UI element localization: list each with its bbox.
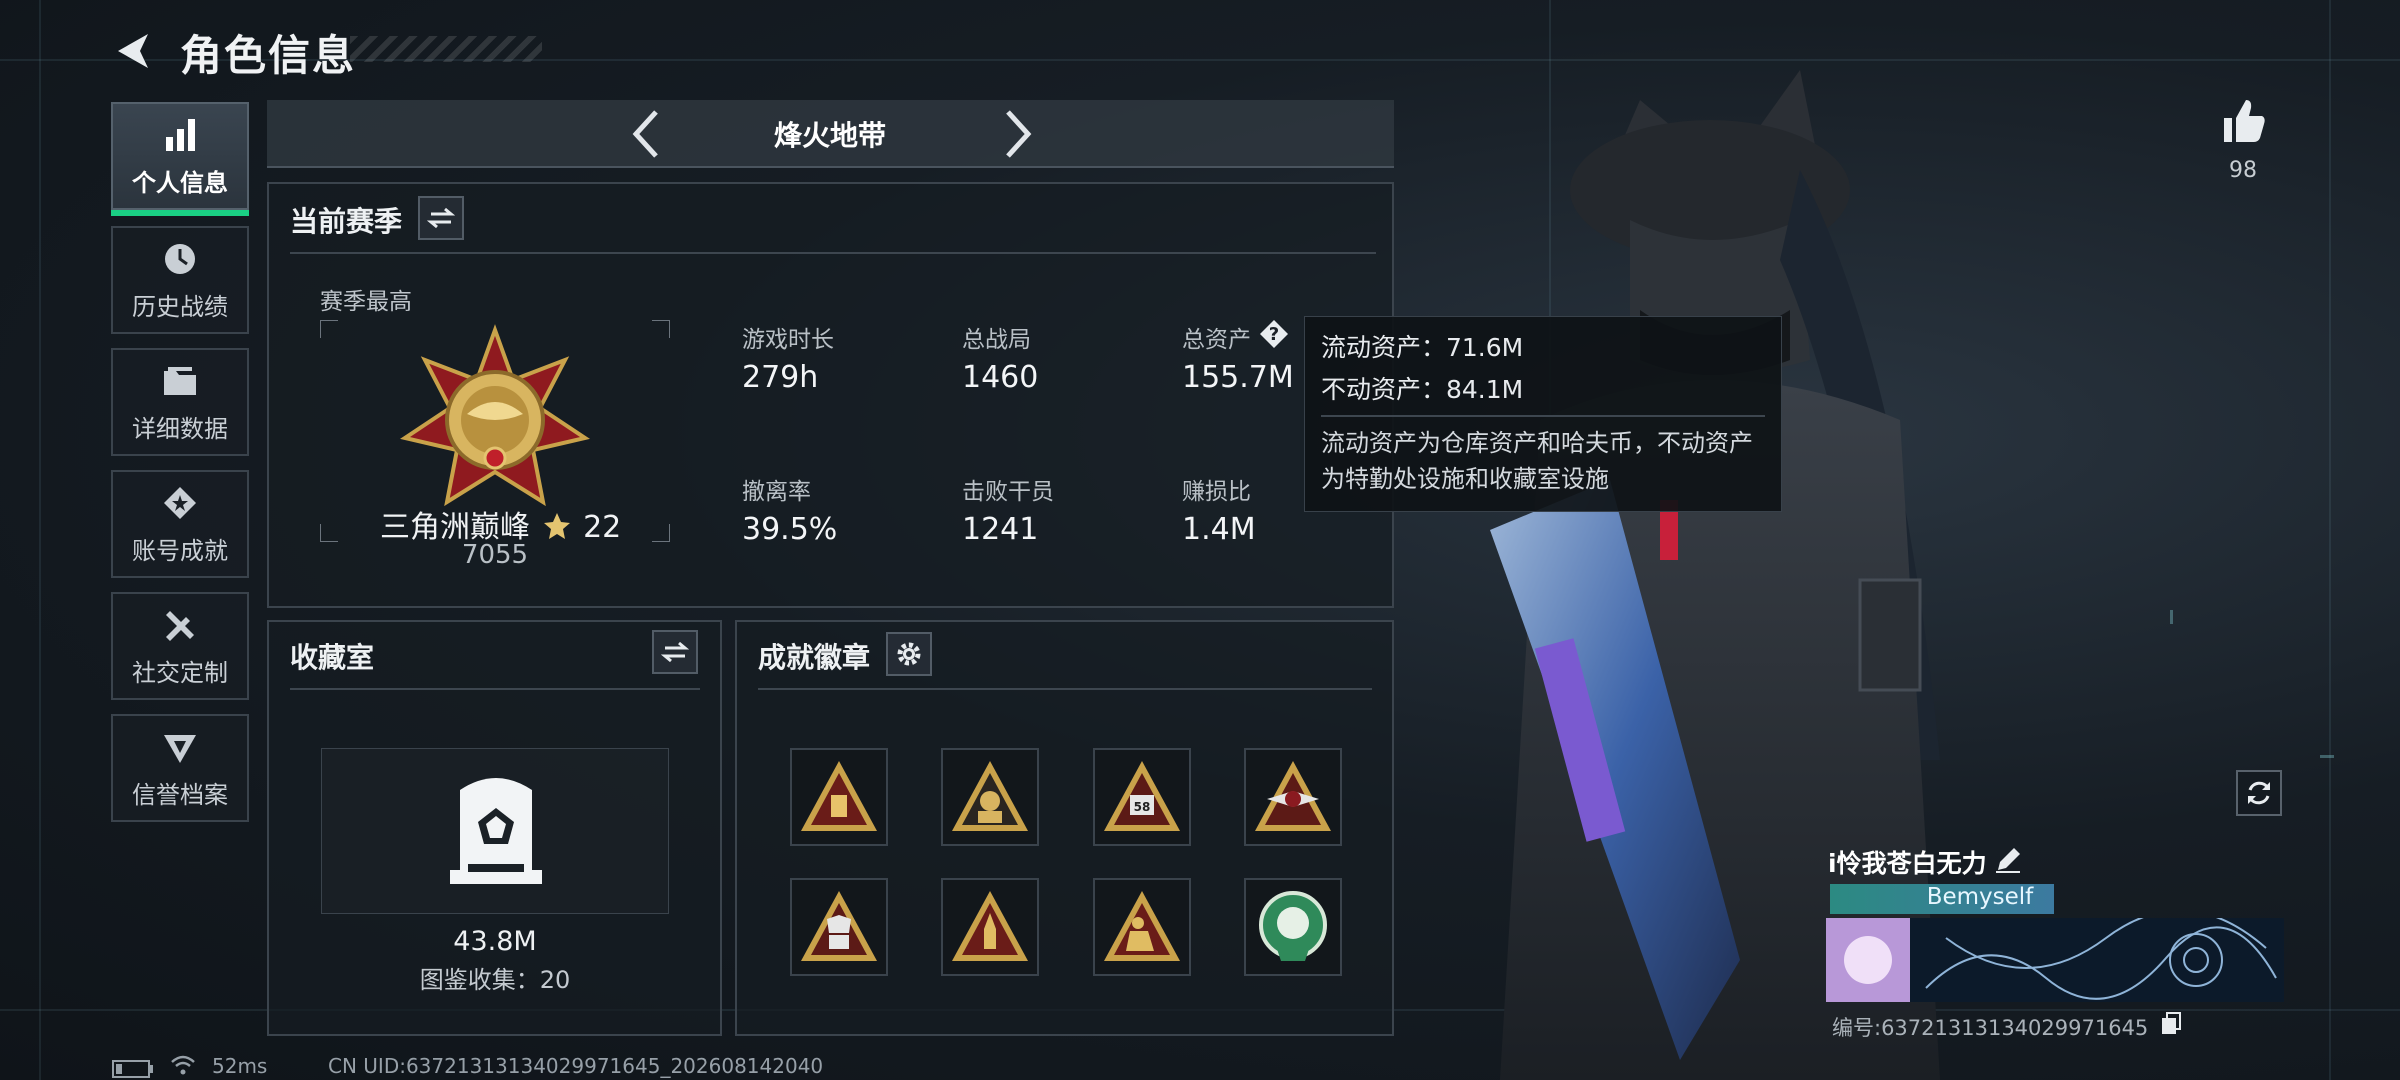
achievement-badge-59[interactable] [1244, 748, 1342, 846]
vehicle-58-badge-icon: 58 [1104, 761, 1180, 831]
achievement-icon [164, 486, 196, 519]
achievement-badge-kneel[interactable] [1093, 878, 1191, 976]
achievement-badge-soldier[interactable] [941, 748, 1039, 846]
title-decoration [350, 36, 542, 62]
stat-label: 撤离率 [742, 479, 811, 505]
badges-divider [758, 688, 1372, 690]
stat-value: 39.5% [742, 512, 838, 547]
like-count: 98 [2229, 158, 2257, 183]
rank-score: 7055 [461, 540, 529, 570]
badges-title: 成就徽章 [758, 641, 871, 674]
ammo-badge-icon [801, 761, 877, 831]
stat-label: 击败干员 [962, 479, 1054, 505]
display-case-icon [450, 778, 542, 884]
stat-label: 赚损比 [1182, 479, 1251, 505]
svg-text:?: ? [1269, 324, 1279, 345]
eagle-59-badge-icon [1255, 761, 1331, 831]
stat-label: 游戏时长 [742, 327, 834, 353]
rifle-56-badge-icon [801, 891, 877, 961]
green-emblem-badge-icon [1259, 891, 1327, 961]
stat-label: 总资产 [1182, 327, 1251, 353]
star-icon [543, 513, 570, 539]
collection-switch-button[interactable] [652, 630, 698, 674]
achievement-badge-58[interactable]: 58 [1093, 748, 1191, 846]
sidebar-item-label: 历史战绩 [132, 292, 228, 321]
sidebar-item-label: 账号成就 [132, 536, 228, 565]
uid-text: CN UID:6372131313402997164​5_20260814204… [328, 1054, 824, 1078]
achievement-badge-ammo[interactable] [790, 748, 888, 846]
chevron-right-icon[interactable] [1000, 108, 1036, 160]
assets-tooltip: 流动资产：71.6M 不动资产：84.1M 流动资产为仓库资产和哈夫币，不动资产… [1304, 316, 1782, 512]
season-title: 当前赛季 [290, 205, 403, 238]
refresh-icon [2248, 781, 2270, 805]
swap-icon [427, 207, 455, 229]
rocket-badge-icon [952, 891, 1028, 961]
tooltip-description: 流动资产为仓库资产和哈夫币，不动资产为特勤处设施和收藏室设施 [1321, 429, 1753, 493]
thumbs-up-icon[interactable] [2218, 96, 2268, 146]
reputation-icon [164, 734, 196, 763]
collection-title: 收藏室 [290, 641, 375, 674]
history-icon [165, 243, 195, 274]
season-best-label: 赛季最高 [320, 289, 412, 315]
sidebar-item-social[interactable]: 社交定制 [111, 592, 249, 700]
stat-value: 155.7M [1182, 360, 1294, 395]
back-arrow-icon[interactable] [110, 28, 156, 74]
sidebar-item-label: 社交定制 [132, 658, 228, 687]
tooltip-divider [1321, 415, 1765, 417]
sidebar-item-history[interactable]: 历史战绩 [111, 226, 249, 334]
chevron-left-icon[interactable] [628, 108, 664, 160]
page-title: 角色信息 [180, 31, 357, 80]
wifi-icon [171, 1055, 195, 1075]
stat-value: 1241 [962, 512, 1039, 547]
ping-indicator: 52ms [212, 1054, 268, 1078]
collection-divider [290, 688, 700, 690]
bar-chart-icon [166, 118, 195, 151]
achievement-badge-rocket[interactable] [941, 878, 1039, 976]
player-banner-image[interactable] [1826, 918, 2284, 1002]
stat-value: 1460 [962, 360, 1039, 395]
refresh-button[interactable] [2236, 770, 2282, 816]
copy-icon[interactable] [2160, 1012, 2182, 1036]
season-switch-button[interactable] [418, 196, 464, 240]
help-icon[interactable]: ? [1258, 318, 1290, 350]
svg-text:58: 58 [1134, 800, 1151, 814]
tooltip-liquid-assets: 流动资产：71.6M [1321, 333, 1524, 362]
tools-icon [166, 610, 194, 641]
mode-title: 烽火地带 [773, 119, 886, 152]
sidebar-item-label: 详细数据 [132, 414, 228, 443]
swap-icon [661, 641, 689, 663]
sidebar-item-label: 信誉档案 [132, 780, 228, 809]
player-tag: Bemyself [1926, 884, 2034, 910]
rank-medal-icon [400, 324, 590, 507]
achievement-badge-green[interactable] [1244, 878, 1342, 976]
season-divider [290, 252, 1376, 254]
collection-value: 43.8M [453, 926, 537, 957]
stat-label: 总战局 [962, 327, 1031, 353]
folder-icon [164, 366, 196, 395]
sidebar-item-personal-info[interactable]: 个人信息 [111, 102, 249, 216]
edit-pencil-icon[interactable] [1994, 846, 2022, 874]
badges-settings-button[interactable] [886, 632, 932, 676]
stat-value: 1.4M [1182, 512, 1256, 547]
achievement-badge-56[interactable] [790, 878, 888, 976]
sidebar-item-detailed-data[interactable]: 详细数据 [111, 348, 249, 456]
collection-count: 图鉴收集：20 [419, 966, 571, 994]
sidebar-item-reputation[interactable]: 信誉档案 [111, 714, 249, 822]
sidebar-item-label: 个人信息 [132, 168, 228, 197]
stat-value: 279h [742, 360, 819, 395]
player-id: 编号:6372131313402997164​5 [1832, 1016, 2149, 1040]
tooltip-fixed-assets: 不动资产：84.1M [1321, 375, 1524, 404]
battery-icon [112, 1060, 153, 1078]
kneeling-soldier-badge-icon [1104, 891, 1180, 961]
gear-icon [897, 642, 921, 666]
soldier-badge-icon [952, 761, 1028, 831]
player-name: i怜我苍白无力 [1828, 849, 1987, 878]
sidebar-item-achievements[interactable]: 账号成就 [111, 470, 249, 578]
